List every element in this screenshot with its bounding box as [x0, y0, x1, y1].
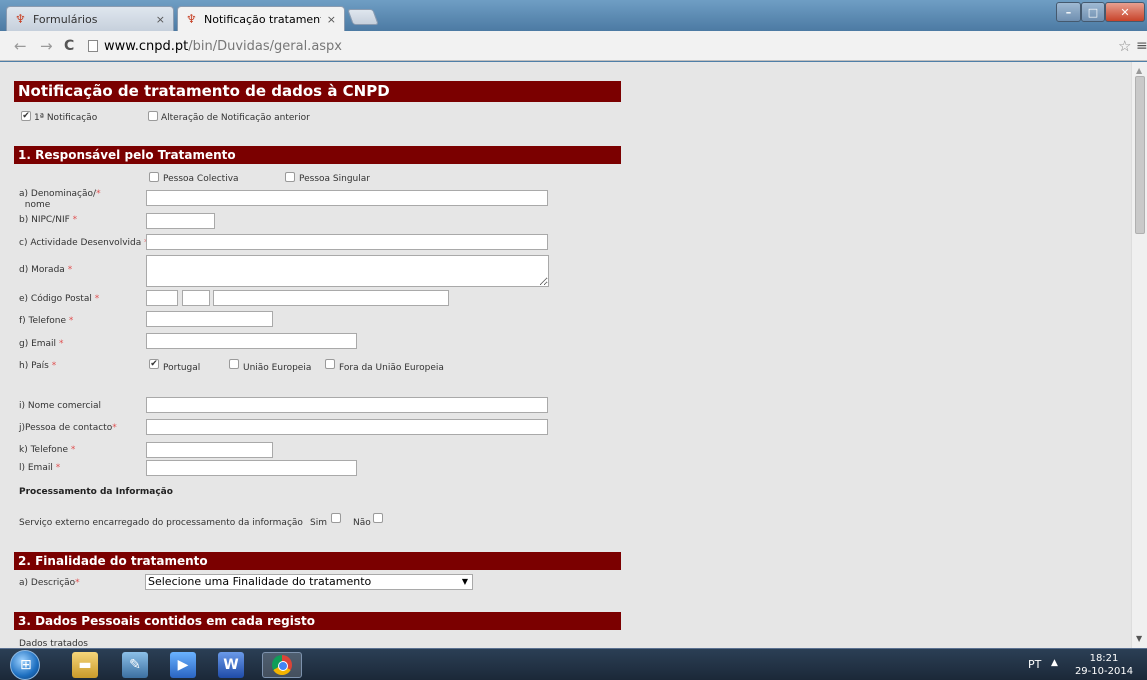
file-explorer-icon[interactable]: ▬ — [72, 652, 98, 678]
browser-titlebar: ♆ Formulários × ♆ Notificação tratamento… — [0, 0, 1147, 31]
windows-logo-icon: ⊞ — [20, 657, 32, 673]
tab-label: Notificação tratamento de — [204, 12, 321, 26]
denominacao-input[interactable] — [146, 190, 548, 206]
label-pessoa-colectiva: Pessoa Colectiva — [163, 174, 239, 184]
scrollbar-thumb[interactable] — [1135, 76, 1145, 234]
morada-textarea[interactable] — [146, 255, 549, 287]
page-title: Notificação de tratamento de dados à CNP… — [14, 81, 621, 102]
label-nome-comercial: i) Nome comercial — [19, 401, 102, 411]
tab-formularios[interactable]: ♆ Formulários × — [6, 6, 174, 31]
label-descricao: a) Descrição* — [19, 578, 80, 588]
new-tab-button[interactable] — [347, 9, 379, 25]
checkbox-sim[interactable] — [331, 513, 341, 523]
section-1-header: 1. Responsável pelo Tratamento — [14, 146, 621, 164]
word-icon[interactable]: W — [218, 652, 244, 678]
page-content: Notificação de tratamento de dados à CNP… — [0, 62, 1131, 648]
label-codigo-postal: e) Código Postal * — [19, 294, 100, 304]
tab-notificacao[interactable]: ♆ Notificação tratamento de × — [177, 6, 345, 31]
close-icon[interactable]: × — [156, 13, 165, 26]
label-portugal: Portugal — [163, 363, 201, 373]
media-player-icon[interactable]: ▶ — [170, 652, 196, 678]
scroll-up-arrow-icon[interactable]: ▲ — [1136, 66, 1142, 75]
menu-icon[interactable]: ≡ — [1136, 38, 1147, 54]
language-indicator[interactable]: PT — [1028, 658, 1041, 671]
pdf-icon: ♆ — [15, 12, 26, 26]
page-scrollbar[interactable]: ▲ ▼ — [1131, 62, 1147, 648]
label-dados-tratados: Dados tratados — [19, 639, 88, 648]
label-telefone: f) Telefone * — [19, 316, 74, 326]
clock-date: 29-10-2014 — [1074, 666, 1134, 677]
label-change-notification: Alteração de Notificação anterior — [161, 113, 310, 123]
reload-icon[interactable]: C — [64, 37, 74, 55]
scroll-down-arrow-icon[interactable]: ▼ — [1136, 634, 1142, 643]
nipc-input[interactable] — [146, 213, 215, 229]
url-path: /bin/Duvidas/geral.aspx — [188, 38, 342, 54]
label-servico-externo: Serviço externo encarregado do processam… — [19, 518, 303, 528]
label-denominacao: a) Denominação/* nome — [19, 189, 101, 210]
codigo-postal-part2-input[interactable] — [182, 290, 210, 306]
clock-time: 18:21 — [1089, 653, 1119, 664]
label-email: g) Email * — [19, 339, 64, 349]
checkbox-first-notification[interactable] — [21, 111, 31, 121]
close-icon[interactable]: × — [327, 13, 336, 26]
label-nao: Não — [353, 518, 371, 528]
label-sim: Sim — [310, 518, 327, 528]
pdf-icon: ♆ — [186, 12, 197, 26]
checkbox-fora-ue[interactable] — [325, 359, 335, 369]
email-input[interactable] — [146, 333, 357, 349]
label-telefone-contacto: k) Telefone * — [19, 445, 76, 455]
label-pessoa-contacto: j)Pessoa de contacto* — [19, 423, 117, 433]
finalidade-select[interactable]: Selecione uma Finalidade do tratamento ▼ — [145, 574, 473, 590]
processamento-heading: Processamento da Informação — [19, 487, 173, 497]
checkbox-nao[interactable] — [373, 513, 383, 523]
label-uniao-europeia: União Europeia — [243, 363, 312, 373]
checkbox-change-notification[interactable] — [148, 111, 158, 121]
checkbox-portugal[interactable] — [149, 359, 159, 369]
page-icon — [88, 40, 98, 52]
forward-arrow-icon[interactable]: → — [40, 37, 53, 55]
telefone-contacto-input[interactable] — [146, 442, 273, 458]
pessoa-contacto-input[interactable] — [146, 419, 548, 435]
start-button[interactable]: ⊞ — [10, 650, 40, 680]
tray-expand-icon[interactable]: ▲ — [1051, 658, 1058, 668]
localidade-input[interactable] — [213, 290, 449, 306]
browser-toolbar: ← → C www.cnpd.pt /bin/Duvidas/geral.asp… — [0, 31, 1147, 61]
minimize-button[interactable]: – — [1056, 2, 1081, 22]
checkbox-pessoa-singular[interactable] — [285, 172, 295, 182]
maximize-button[interactable]: □ — [1081, 2, 1105, 22]
label-email-contacto: l) Email * — [19, 463, 61, 473]
nome-comercial-input[interactable] — [146, 397, 548, 413]
label-first-notification: 1ª Notificação — [34, 113, 98, 123]
url-host: www.cnpd.pt — [104, 38, 189, 54]
label-pessoa-singular: Pessoa Singular — [299, 174, 370, 184]
checkbox-uniao-europeia[interactable] — [229, 359, 239, 369]
label-fora-ue: Fora da União Europeia — [339, 363, 444, 373]
section-2-header: 2. Finalidade do tratamento — [14, 552, 621, 570]
back-arrow-icon[interactable]: ← — [14, 37, 27, 55]
email-contacto-input[interactable] — [146, 460, 357, 476]
actividade-input[interactable] — [146, 234, 548, 250]
codigo-postal-part1-input[interactable] — [146, 290, 178, 306]
telefone-input[interactable] — [146, 311, 273, 327]
system-clock[interactable]: 18:21 29-10-2014 — [1072, 652, 1136, 678]
address-bar[interactable]: www.cnpd.pt /bin/Duvidas/geral.aspx — [88, 35, 1114, 57]
section-3-header: 3. Dados Pessoais contidos em cada regis… — [14, 612, 621, 630]
label-actividade: c) Actividade Desenvolvida * — [19, 238, 149, 248]
tools-icon[interactable]: ✎ — [122, 652, 148, 678]
checkbox-pessoa-colectiva[interactable] — [149, 172, 159, 182]
tab-label: Formulários — [33, 12, 98, 26]
bookmark-star-icon[interactable]: ☆ — [1118, 37, 1131, 55]
finalidade-select-value: Selecione uma Finalidade do tratamento — [148, 575, 372, 588]
label-morada: d) Morada * — [19, 265, 73, 275]
taskbar: ⊞ ▬ ✎ ▶ W PT ▲ 18:21 29-10-2014 — [0, 648, 1147, 680]
chrome-icon — [272, 655, 292, 675]
chrome-taskbar-button[interactable] — [262, 652, 302, 678]
dropdown-arrow-icon: ▼ — [461, 577, 468, 586]
label-pais: h) País * — [19, 361, 57, 371]
label-nipc: b) NIPC/NIF * — [19, 215, 78, 225]
window-close-button[interactable]: ✕ — [1105, 2, 1145, 22]
